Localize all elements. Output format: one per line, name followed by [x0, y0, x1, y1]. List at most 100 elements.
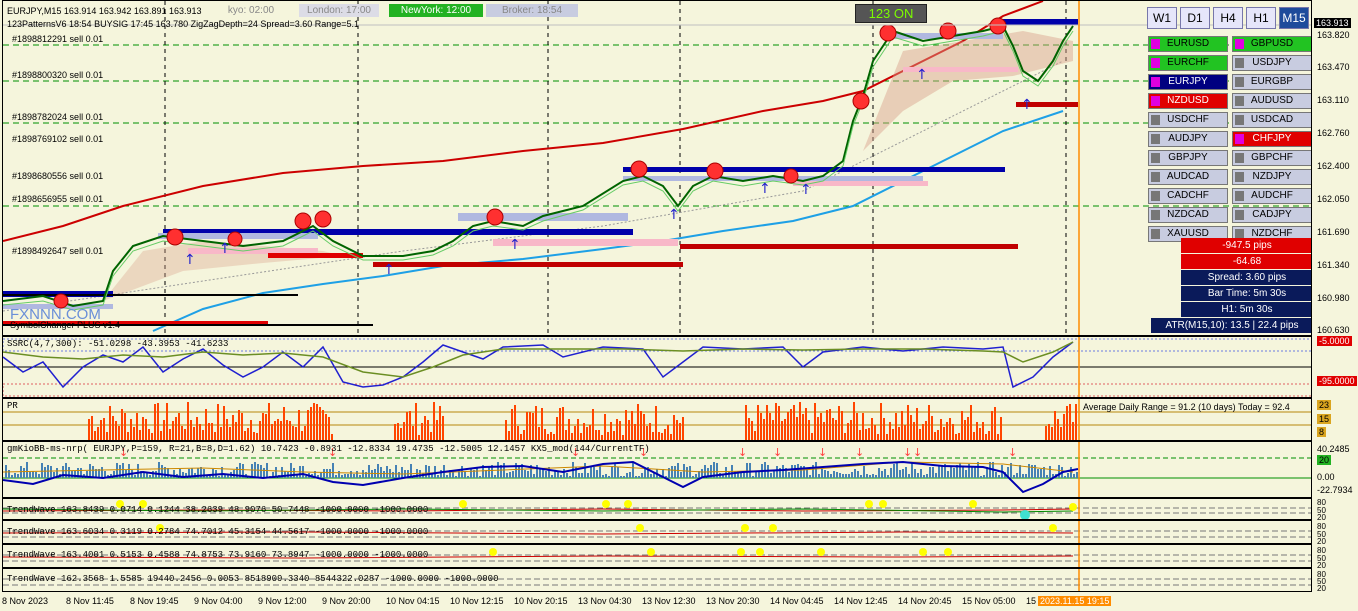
symbol-audjpy-button[interactable]: AUDJPY: [1148, 131, 1228, 147]
symbol-audusd-button[interactable]: AUDUSD: [1232, 93, 1311, 109]
pr-bar: [949, 418, 951, 440]
pr-bar: [118, 426, 120, 440]
symbol-eurgbp-button[interactable]: EURGBP: [1232, 74, 1311, 90]
pr-bar: [877, 434, 879, 440]
status-square: [1235, 115, 1244, 125]
symbol-eurjpy-button[interactable]: EURJPY: [1148, 74, 1228, 90]
pr-bar: [283, 407, 285, 440]
symbol-nzdcad-button[interactable]: NZDCAD: [1148, 207, 1228, 223]
symbol-nzdusd-button[interactable]: NZDUSD: [1148, 93, 1228, 109]
gm-bar: [644, 468, 646, 478]
trendwave-pane-2[interactable]: TrendWave 163.6034 0.3119 0.2784 74.7012…: [2, 520, 1312, 544]
status-square: [1151, 172, 1160, 182]
pr-bar: [796, 417, 798, 440]
pr-bar: [100, 420, 102, 440]
symbol-eurchf-button[interactable]: EURCHF: [1148, 55, 1228, 71]
pr-tick: 15: [1317, 414, 1332, 424]
symbol-usdchf-button[interactable]: USDCHF: [1148, 112, 1228, 128]
symbol-cadjpy-button[interactable]: CADJPY: [1232, 207, 1311, 223]
gm-bar: [569, 476, 571, 478]
pr-tick: 23: [1317, 400, 1332, 410]
pr-bar: [256, 433, 258, 440]
symbol-usdcad-button[interactable]: USDCAD: [1232, 112, 1311, 128]
gm-bar: [383, 471, 385, 478]
pr-bar: [544, 429, 546, 440]
svg-text:↑: ↑: [800, 182, 812, 198]
gm-bar: [584, 463, 586, 478]
level-bottom: -95.0000: [1317, 376, 1357, 386]
symbol-nzdjpy-button[interactable]: NZDJPY: [1232, 169, 1311, 185]
gm-bar: [977, 462, 979, 478]
pr-bar: [178, 413, 180, 440]
gm-bar: [152, 471, 154, 478]
tf-w1-button[interactable]: W1: [1147, 7, 1177, 29]
gm-bar: [824, 470, 826, 478]
gm-bar: [896, 463, 898, 478]
pr-bar: [121, 409, 123, 440]
pr-bar: [214, 432, 216, 440]
pr-bar: [241, 413, 243, 440]
status-square: [1151, 115, 1160, 125]
symbol-audchf-button[interactable]: AUDCHF: [1232, 188, 1311, 204]
gm-bar: [512, 471, 514, 478]
pr-bar: [307, 410, 309, 440]
symbol-line: EURJPY,M15 163.914 163.942 163.891 163.9…: [7, 6, 202, 16]
tf-h1-button[interactable]: H1: [1246, 7, 1276, 29]
status-square: [1235, 39, 1244, 49]
svg-text:↑: ↑: [1021, 97, 1033, 113]
trendwave-pane-1[interactable]: TrendWave 163.8439 0.0714 0.1244 38.2639…: [2, 498, 1312, 520]
gm-bar: [23, 468, 25, 478]
pr-bar: [982, 422, 984, 440]
gm-bar: [233, 470, 235, 478]
symbol-gbpchf-button[interactable]: GBPCHF: [1232, 150, 1311, 166]
gm-bar: [1067, 473, 1069, 478]
session-tokyo: kyo: 02:00: [211, 4, 291, 17]
gm-bar: [452, 472, 454, 478]
main-chart-pane[interactable]: ↑ ↑ ↑ ↑ ↑ ↑ ↑ ↑ ↑ EURJPY,M15 163.914 163.942 1…: [2, 0, 1312, 336]
pr-bar: [553, 434, 555, 440]
symbol-audcad-button[interactable]: AUDCAD: [1148, 169, 1228, 185]
svg-text:↑: ↑: [759, 181, 771, 197]
ssrc-pane[interactable]: SSRC(4,7,300): -51.0298 -43.3953 -41.623…: [2, 336, 1312, 398]
symbol-gbpjpy-button[interactable]: GBPJPY: [1148, 150, 1228, 166]
pr-bar: [163, 420, 165, 440]
session-newyork: NewYork: 12:00: [389, 4, 483, 17]
time-tick: 10 Nov 20:15: [514, 596, 568, 606]
pr-bar: [610, 422, 612, 440]
tf-m15-button[interactable]: M15: [1279, 7, 1309, 29]
indicator-name: SymbolChanger PLUS v1.4: [10, 320, 121, 330]
gm-bar: [695, 474, 697, 478]
gm-bar: [35, 472, 37, 478]
symbol-chfjpy-button[interactable]: CHFJPY: [1232, 131, 1311, 147]
current-price-label: 163.913: [1314, 18, 1351, 28]
gm-bar: [329, 469, 331, 478]
pr-bar: [598, 430, 600, 440]
tf-d1-button[interactable]: D1: [1180, 7, 1210, 29]
pr-bar: [415, 403, 417, 440]
gm-bar: [326, 469, 328, 478]
pr-bar: [262, 413, 264, 440]
tf-h4-button[interactable]: H4: [1213, 7, 1243, 29]
status-square: [1235, 191, 1244, 201]
symbol-eurusd-button[interactable]: EURUSD: [1148, 36, 1228, 52]
symbol-cadchf-button[interactable]: CADCHF: [1148, 188, 1228, 204]
status-square: [1151, 153, 1160, 163]
pr-bar: [766, 405, 768, 440]
trendwave-pane-4[interactable]: TrendWave 162.3568 1.5585 19440.2456 0.0…: [2, 568, 1312, 592]
pr-bar: [520, 434, 522, 440]
symbol-gbpusd-button[interactable]: GBPUSD: [1232, 36, 1311, 52]
gm-bar: [863, 466, 865, 478]
pr-bar: [892, 429, 894, 440]
gmkio-pane[interactable]: ↓ ↓ ↓ ↓ ↓ ↓ ↓ ↓ ↓ ↓ ↓ gmKioBB-ms-nrp( EURJPY,P=…: [2, 441, 1312, 498]
pr-bar: [514, 405, 516, 440]
svg-text:↓: ↓: [913, 446, 922, 459]
pr-pane[interactable]: PR Average Daily Range = 91.2 (10 days) …: [2, 398, 1312, 441]
symbol-usdjpy-button[interactable]: USDJPY: [1232, 55, 1311, 71]
trendwave-pane-3[interactable]: TrendWave 163.4001 0.5153 0.4588 74.8753…: [2, 544, 1312, 568]
pr-bar: [172, 421, 174, 440]
pr-bar: [997, 434, 999, 440]
pr-bar: [979, 428, 981, 440]
gm-bar: [8, 470, 10, 478]
pr-bar: [988, 431, 990, 440]
pr-bar: [868, 428, 870, 440]
